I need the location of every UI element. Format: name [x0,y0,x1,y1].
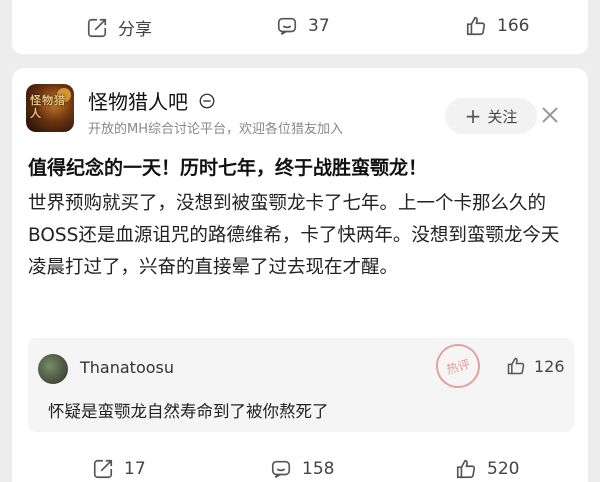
follow-label: 关注 [487,107,518,126]
hot-comment[interactable]: Thanatoosu 热评 126 怀疑是蛮颚龙自然寿命到了被你熬死了 [28,338,574,432]
comment-text: 怀疑是蛮颚龙自然寿命到了被你熬死了 [48,402,329,421]
thumbs-up-icon [456,459,476,479]
stamp-label: 热评 [444,356,472,377]
share-button[interactable]: 分享 [86,15,152,40]
comment-button[interactable]: 37 [276,15,330,37]
close-icon [542,107,558,123]
commenter-username[interactable]: Thanatoosu [80,358,174,377]
comment-count: 158 [302,459,335,479]
share-count: 17 [124,459,146,479]
comment-like-button[interactable]: 126 [506,356,565,376]
forum-description: 开放的MH综合讨论平台，欢迎各位猎友加入 [88,122,343,137]
like-button[interactable]: 520 [455,458,519,480]
like-count: 166 [497,16,530,36]
post-body[interactable]: 世界预购就买了，没想到被蛮颚龙卡了七年。上一个卡那么久的BOSS还是血源诅咒的路… [28,188,576,284]
share-icon [87,18,107,37]
comment-icon [277,17,297,35]
avatar-text: 怪物猎人 [30,94,66,120]
no-entry-badge-icon [199,93,215,108]
share-icon [93,459,113,479]
share-label: 分享 [118,20,152,40]
hot-comment-stamp: 热评 [431,339,485,393]
plus-icon: + [464,104,482,128]
close-button[interactable] [540,105,560,125]
thumbs-up-icon [507,357,525,375]
follow-button[interactable]: + 关注 [445,98,537,134]
comment-like-count: 126 [534,356,565,376]
comment-button[interactable]: 158 [270,458,334,480]
commenter-avatar[interactable] [38,354,68,384]
previous-post-card: 分享 37 166 [12,0,588,54]
like-count: 520 [487,459,520,479]
comment-count: 37 [308,16,330,36]
share-button[interactable]: 17 [92,458,146,480]
forum-avatar[interactable]: 怪物猎人 [26,84,74,132]
comment-icon [271,460,291,478]
post-card: 怪物猎人 怪物猎人吧 开放的MH综合讨论平台，欢迎各位猎友加入 + 关注 值得纪… [12,68,588,482]
post-title[interactable]: 值得纪念的一天！历时七年，终于战胜蛮颚龙！ [28,154,576,182]
forum-name-row[interactable]: 怪物猎人吧 [88,86,216,115]
forum-name: 怪物猎人吧 [88,90,188,114]
thumbs-up-icon [466,16,486,36]
like-button[interactable]: 166 [465,15,529,37]
